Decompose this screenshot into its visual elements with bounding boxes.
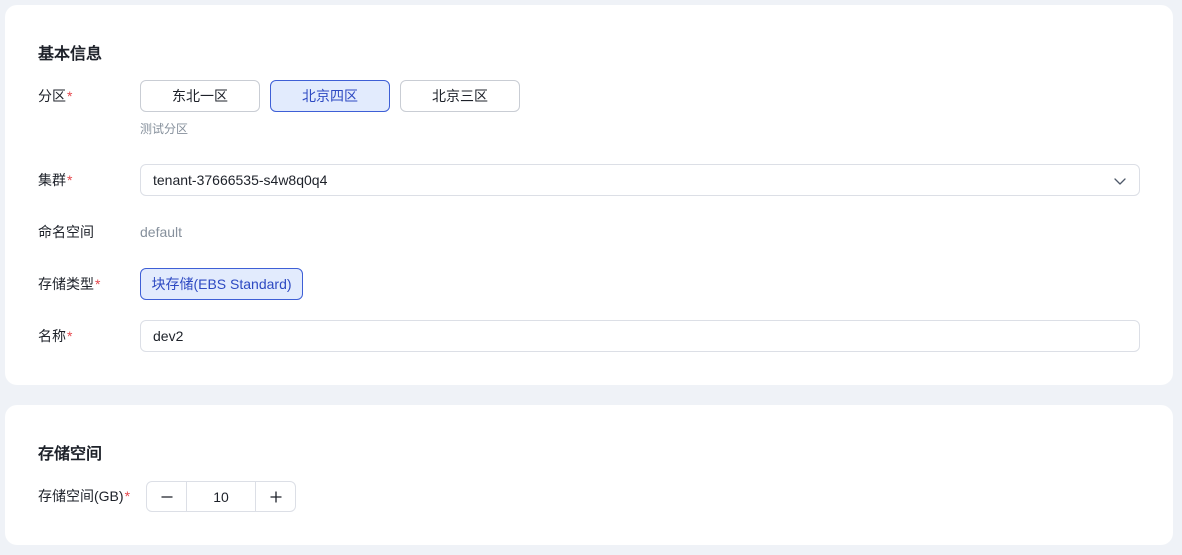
namespace-value: default xyxy=(140,224,183,240)
storage-type-option-ebs-standard[interactable]: 块存储(EBS Standard) xyxy=(140,268,303,300)
name-input-value: dev2 xyxy=(153,328,184,344)
storage-title: 存储空间 xyxy=(38,446,103,463)
cluster-select-value: tenant-37666535-s4w8q0q4 xyxy=(153,172,328,188)
capacity-stepper[interactable]: 10 xyxy=(146,481,296,512)
zone-option-beijing-3[interactable]: 北京三区 xyxy=(400,80,520,112)
required-mark: * xyxy=(67,88,73,104)
name-label: 名称* xyxy=(38,328,73,344)
zone-option-dongbei-1[interactable]: 东北一区 xyxy=(140,80,260,112)
storage-card: 存储空间 存储空间(GB)* 10 xyxy=(5,405,1173,545)
storage-type-label: 存储类型* xyxy=(38,276,101,292)
zone-label: 分区* xyxy=(38,88,73,104)
plus-icon xyxy=(269,490,282,503)
decrease-button[interactable] xyxy=(147,482,187,511)
name-input[interactable]: dev2 xyxy=(140,320,1140,352)
cluster-label: 集群* xyxy=(38,172,73,188)
zone-hint: 测试分区 xyxy=(140,122,189,136)
basic-info-card: 基本信息 分区* 东北一区 北京四区 北京三区 测试分区 集群* tenant-… xyxy=(5,5,1173,385)
capacity-label: 存储空间(GB)* xyxy=(38,488,131,504)
zone-option-beijing-4[interactable]: 北京四区 xyxy=(270,80,390,112)
required-mark: * xyxy=(124,488,131,504)
chevron-down-icon xyxy=(1114,178,1126,185)
minus-icon xyxy=(160,495,173,498)
required-mark: * xyxy=(67,172,73,188)
capacity-value[interactable]: 10 xyxy=(187,482,255,511)
namespace-label: 命名空间 xyxy=(38,224,94,240)
basic-info-title: 基本信息 xyxy=(38,46,103,63)
required-mark: * xyxy=(67,328,73,344)
required-mark: * xyxy=(95,276,101,292)
cluster-select[interactable]: tenant-37666535-s4w8q0q4 xyxy=(140,164,1140,196)
increase-button[interactable] xyxy=(255,482,295,511)
